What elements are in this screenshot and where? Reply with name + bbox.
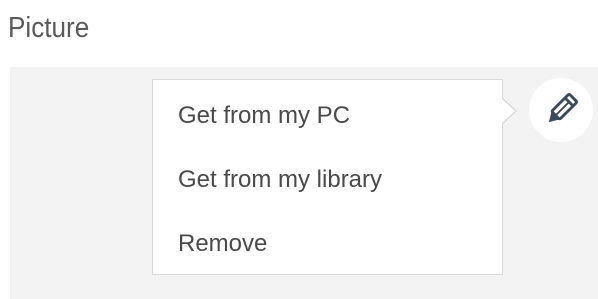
menu-item-get-from-pc[interactable]: Get from my PC [178, 94, 350, 138]
section-title: Picture [8, 12, 90, 44]
menu-item-get-from-library[interactable]: Get from my library [178, 158, 382, 202]
page: Picture Get from my PC Get from my libra… [0, 0, 598, 299]
picture-options-menu: Get from my PC Get from my library Remov… [152, 79, 503, 275]
menu-item-remove[interactable]: Remove [178, 222, 267, 266]
pencil-icon [542, 91, 580, 129]
menu-pointer-fill [502, 99, 515, 123]
edit-picture-button[interactable] [529, 78, 593, 142]
